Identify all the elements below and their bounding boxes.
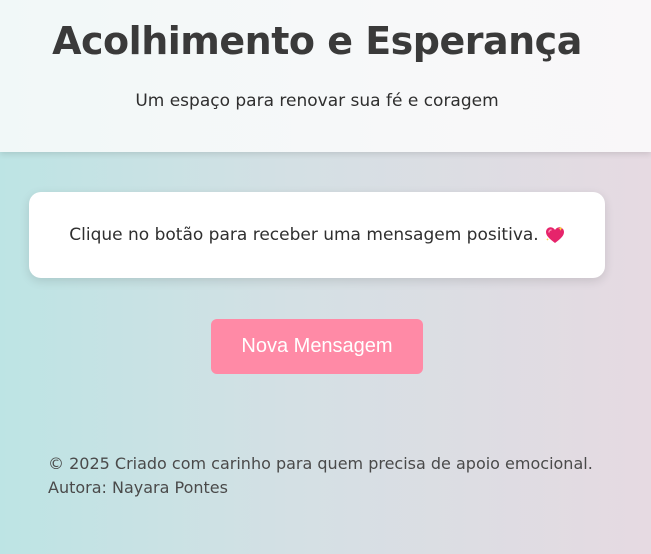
page-title: Acolhimento e Esperança [52,19,582,63]
new-message-button[interactable]: Nova Mensagem [211,319,423,374]
page-subtitle: Um espaço para renovar sua fé e coragem [135,91,499,111]
page-footer: © 2025 Criado com carinho para quem prec… [48,452,628,500]
footer-author: Autora: Nayara Pontes [48,478,228,497]
message-text: Clique no botão para receber uma mensage… [69,225,539,245]
page-header: Acolhimento e Esperança Um espaço para r… [0,0,651,152]
sparkling-heart-icon [545,226,565,244]
message-card: Clique no botão para receber uma mensage… [29,192,605,278]
footer-copyright: © 2025 Criado com carinho para quem prec… [48,454,593,473]
